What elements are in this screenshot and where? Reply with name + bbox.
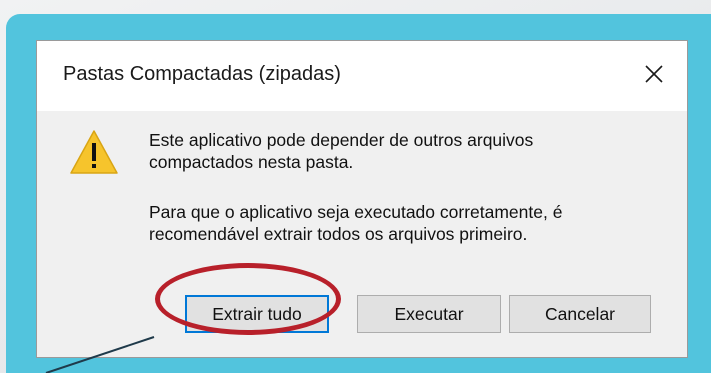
extract-all-button[interactable]: Extrair tudo: [185, 295, 329, 333]
message-line: compactados nesta pasta.: [149, 152, 354, 172]
extract-all-label: Extrair tudo: [212, 303, 302, 324]
close-button[interactable]: [635, 55, 673, 93]
dialog-titlebar: Pastas Compactadas (zipadas): [37, 41, 687, 111]
zip-folder-dialog: Pastas Compactadas (zipadas) Este aplica…: [36, 40, 688, 358]
message-line: Este aplicativo pode depender de outros …: [149, 130, 534, 150]
dialog-title: Pastas Compactadas (zipadas): [63, 63, 341, 85]
message-paragraph-1: Este aplicativo pode depender de outros …: [149, 129, 669, 173]
dialog-content: Este aplicativo pode depender de outros …: [37, 111, 687, 358]
message-paragraph-2: Para que o aplicativo seja executado cor…: [149, 201, 669, 245]
run-button[interactable]: Executar: [357, 295, 501, 333]
message-line: Para que o aplicativo seja executado cor…: [149, 202, 563, 222]
warning-triangle-icon: [70, 130, 118, 174]
cancel-button[interactable]: Cancelar: [509, 295, 651, 333]
close-icon: [645, 65, 663, 83]
message-line: recomendável extrair todos os arquivos p…: [149, 224, 528, 244]
